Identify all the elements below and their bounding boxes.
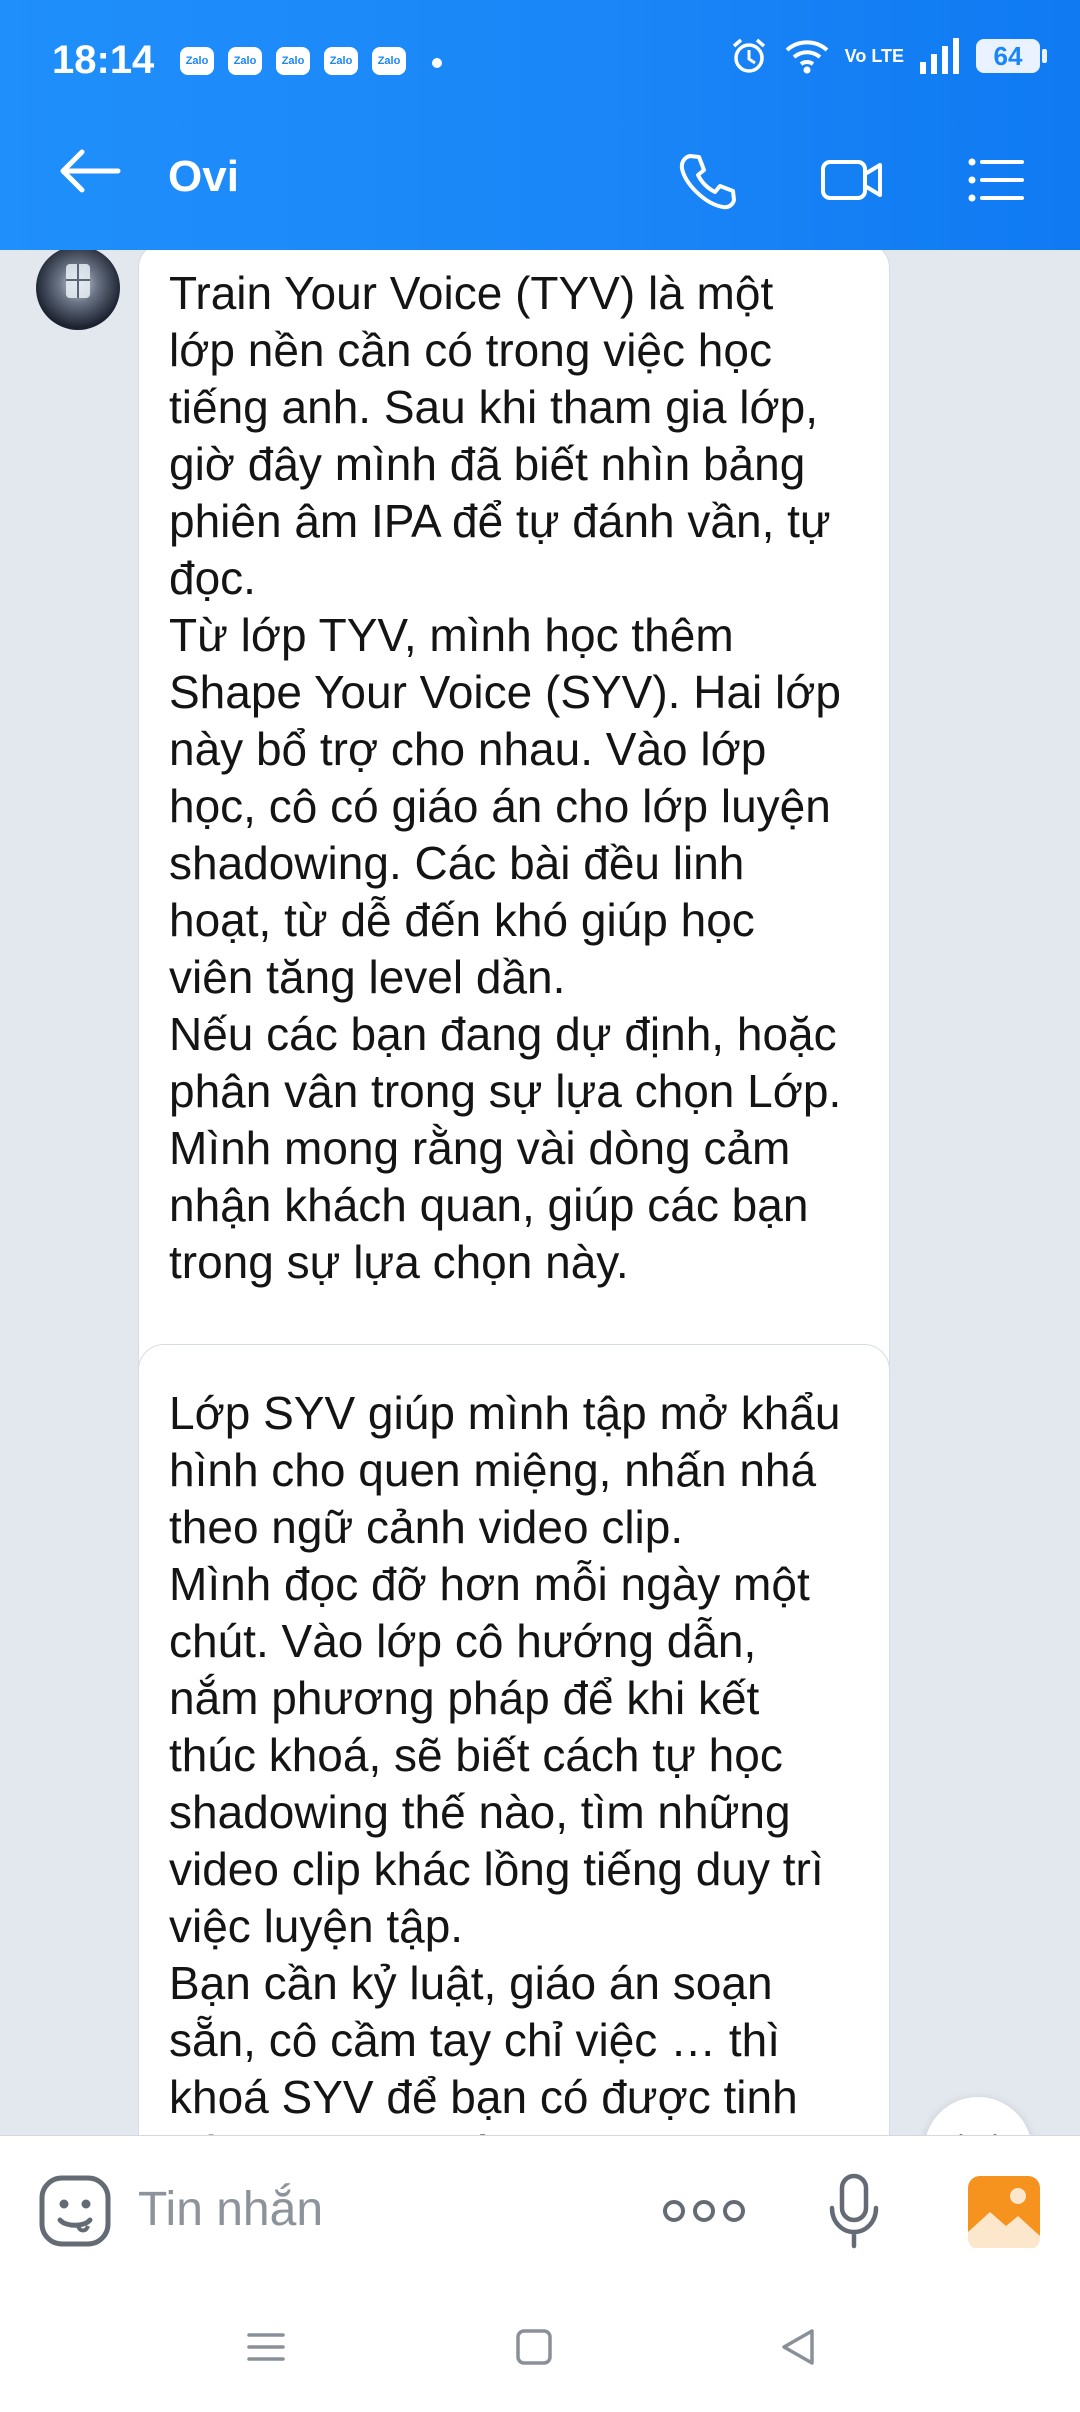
avatar[interactable] <box>36 250 120 330</box>
scroll-to-bottom-button[interactable] <box>924 2097 1032 2135</box>
message-list[interactable]: Train Your Voice (TYV) là một lớp nền cầ… <box>0 250 1080 2135</box>
more-icon[interactable] <box>662 2196 746 2226</box>
phone-icon[interactable] <box>676 150 736 210</box>
zalo-notification-icon: Zalo <box>324 47 358 75</box>
image-gallery-icon[interactable] <box>966 2174 1042 2248</box>
status-time: 18:14 <box>52 38 155 82</box>
message-composer: Tin nhắn <box>0 2135 1080 2286</box>
zalo-notification-icon: Zalo <box>228 47 262 75</box>
status-icons: Vo LTE 64 <box>729 36 1047 76</box>
back-icon[interactable] <box>778 2327 818 2367</box>
recent-apps-icon[interactable] <box>246 2327 286 2367</box>
alarm-icon <box>732 38 765 73</box>
video-call-icon[interactable] <box>820 150 884 210</box>
message-bubble[interactable]: Lớp SYV giúp mình tập mở khẩu hình cho q… <box>138 1344 890 2135</box>
double-chevron-down-icon <box>959 2134 997 2135</box>
message-bubble[interactable]: Train Your Voice (TYV) là một lớp nền cầ… <box>138 250 890 1432</box>
home-icon[interactable] <box>514 2327 554 2367</box>
status-bar: 18:14 Zalo Zalo Zalo Zalo Zalo Vo LTE 64 <box>0 0 1080 120</box>
zalo-notification-icon: Zalo <box>180 47 214 75</box>
volte-indicator: Vo LTE <box>844 46 904 66</box>
back-arrow-icon[interactable] <box>58 148 124 194</box>
wifi-icon <box>785 40 829 74</box>
app-header: 18:14 Zalo Zalo Zalo Zalo Zalo Vo LTE 64… <box>0 0 1080 250</box>
avatar-image-icon <box>66 264 90 298</box>
zalo-notification-icon: Zalo <box>372 47 406 75</box>
sticker-icon[interactable] <box>38 2174 112 2248</box>
zalo-notification-icon: Zalo <box>276 47 310 75</box>
microphone-icon[interactable] <box>826 2172 882 2252</box>
chat-title[interactable]: Ovi <box>168 152 239 202</box>
battery-indicator: 64 <box>976 39 1047 73</box>
signal-icon <box>920 38 959 74</box>
more-notifications-dot <box>432 58 442 68</box>
message-input[interactable]: Tin nhắn <box>138 2182 323 2237</box>
menu-list-icon[interactable] <box>966 150 1026 210</box>
system-navigation-bar <box>0 2285 1080 2412</box>
